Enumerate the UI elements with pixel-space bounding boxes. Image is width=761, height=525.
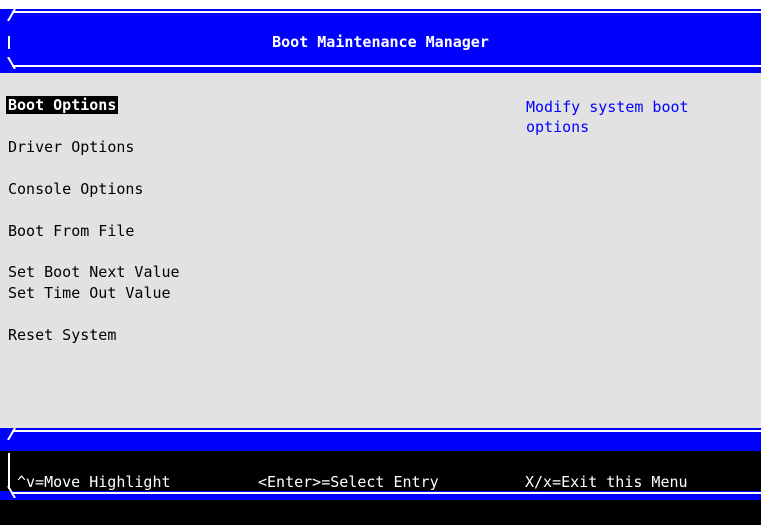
menu-item-boot-from-file[interactable]: Boot From File	[8, 222, 134, 240]
move-highlight-hint: ^v=Move Highlight	[17, 473, 171, 491]
header-bottom-line	[12, 65, 761, 67]
help-text: Modify system boot options	[526, 98, 689, 136]
menu-item-boot-options[interactable]: Boot Options	[6, 96, 119, 114]
footer-bottom-band	[0, 500, 761, 525]
menu-item-driver-options[interactable]: Driver Options	[8, 138, 134, 156]
page-title: Boot Maintenance Manager	[272, 33, 489, 51]
top-border	[0, 0, 761, 9]
corner-bottom-left-icon	[7, 57, 16, 69]
footer-top-line	[12, 430, 761, 432]
select-entry-hint: <Enter>=Select Entry	[258, 473, 439, 491]
footer-left-bar	[8, 453, 10, 489]
bios-screen: Boot Maintenance Manager Boot Options Dr…	[0, 0, 761, 525]
header-bar: Boot Maintenance Manager	[0, 9, 761, 73]
menu-item-set-time-out-value[interactable]: Set Time Out Value	[8, 284, 171, 302]
menu-item-console-options[interactable]: Console Options	[8, 180, 143, 198]
exit-menu-hint: X/x=Exit this Menu	[525, 473, 688, 491]
header-top-line	[12, 11, 761, 13]
footer-bar: ^v=Move Highlight <Enter>=Select Entry X…	[0, 428, 761, 525]
menu-item-reset-system[interactable]: Reset System	[8, 326, 116, 344]
footer-bottom-line	[12, 492, 761, 494]
menu-item-set-boot-next-value[interactable]: Set Boot Next Value	[8, 263, 180, 281]
